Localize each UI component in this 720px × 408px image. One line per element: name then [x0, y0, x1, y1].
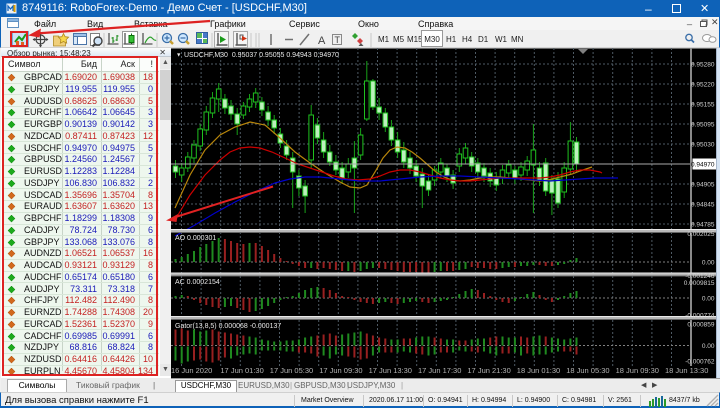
- svg-text:0.94905: 0.94905: [691, 182, 715, 189]
- svg-text:-0.000762: -0.000762: [685, 359, 715, 366]
- svg-text:-0.001246: -0.001246: [685, 273, 715, 280]
- svg-text:18 Jun 09:30: 18 Jun 09:30: [616, 366, 659, 375]
- svg-text:18 Jun 13:30: 18 Jun 13:30: [665, 366, 708, 375]
- svg-text:0.95095: 0.95095: [691, 122, 715, 129]
- svg-text:0.94785: 0.94785: [691, 222, 715, 229]
- svg-text:16 Jun 2020: 16 Jun 2020: [171, 366, 212, 375]
- svg-text:Gator(13,8,5) 0.000068 -0.0001: Gator(13,8,5) 0.000068 -0.000137: [175, 323, 281, 330]
- svg-text:0.002025: 0.002025: [687, 231, 714, 238]
- svg-text:0.94970: 0.94970: [691, 162, 715, 169]
- svg-text:17 Jun 17:30: 17 Jun 17:30: [418, 366, 461, 375]
- svg-text:0.94845: 0.94845: [691, 202, 715, 209]
- svg-text:0.95155: 0.95155: [691, 102, 715, 109]
- svg-text:0.0009815: 0.0009815: [684, 280, 715, 287]
- svg-text:0.00: 0.00: [702, 296, 715, 303]
- svg-text:17 Jun 13:30: 17 Jun 13:30: [369, 366, 412, 375]
- svg-text:0.95030: 0.95030: [691, 142, 715, 149]
- svg-text:AO 0.000301: AO 0.000301: [175, 235, 216, 242]
- svg-text:0.95280: 0.95280: [691, 62, 715, 69]
- svg-text:17 Jun 05:30: 17 Jun 05:30: [270, 366, 313, 375]
- svg-text:AC 0.0002154: AC 0.0002154: [175, 279, 220, 286]
- svg-text:17 Jun 21:30: 17 Jun 21:30: [467, 366, 510, 375]
- svg-text:18 Jun 01:30: 18 Jun 01:30: [517, 366, 560, 375]
- svg-text:0.000859: 0.000859: [687, 322, 714, 329]
- svg-text:17 Jun 01:30: 17 Jun 01:30: [220, 366, 263, 375]
- svg-text:▼: ▼: [176, 53, 181, 59]
- svg-text:USDCHF,M30 0.95037 0.95055 0.: USDCHF,M30 0.95037 0.95055 0.94943 0.949…: [184, 52, 339, 59]
- svg-text:-0.000774: -0.000774: [685, 313, 715, 320]
- svg-text:17 Jun 09:30: 17 Jun 09:30: [319, 366, 362, 375]
- svg-text:0.00: 0.00: [702, 260, 715, 267]
- svg-text:0.95220: 0.95220: [691, 82, 715, 89]
- svg-text:18 Jun 05:30: 18 Jun 05:30: [566, 366, 609, 375]
- svg-text:0.00: 0.00: [702, 343, 715, 350]
